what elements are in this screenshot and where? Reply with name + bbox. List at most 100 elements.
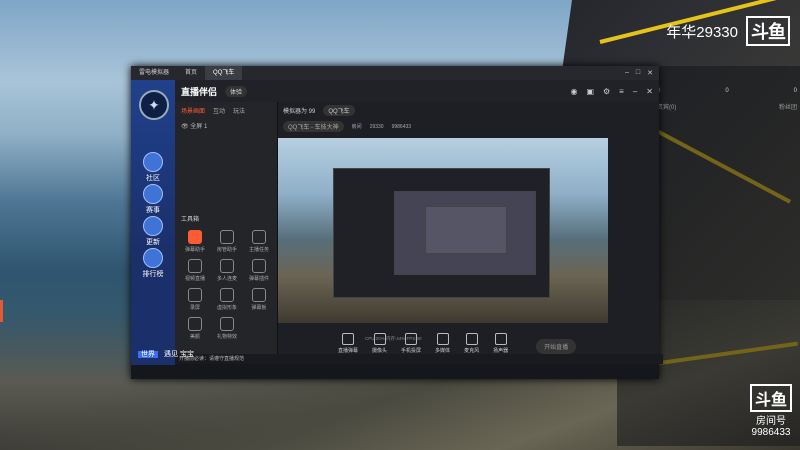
live-preview[interactable] bbox=[278, 138, 608, 323]
tool-label: 礼物特效 bbox=[216, 334, 237, 340]
speaker-icon bbox=[494, 333, 507, 345]
tool-danmaku[interactable]: 弹幕助手 bbox=[179, 230, 211, 253]
tab-emulator[interactable]: 雷电模拟器 bbox=[131, 66, 177, 80]
tool-board[interactable]: 弹幕板 bbox=[243, 288, 275, 311]
tab-home[interactable]: 首页 bbox=[177, 66, 205, 80]
tab-play[interactable]: 玩法 bbox=[233, 106, 245, 115]
game-sidebar: ✦ 社区 赛事 更新 排行榜 bbox=[131, 80, 175, 365]
count: 0 bbox=[793, 88, 797, 94]
sidebar-item-update[interactable]: 更新 bbox=[137, 216, 169, 247]
tool-effect[interactable]: 礼物特效 bbox=[211, 317, 243, 340]
mercedes-logo: ✦ bbox=[139, 90, 169, 120]
update-icon bbox=[143, 216, 163, 236]
chat-text: 遇见 宝宝 bbox=[164, 351, 194, 358]
tool-task[interactable]: 主播任务 bbox=[243, 230, 275, 253]
tool-record[interactable]: 录屏 bbox=[179, 288, 211, 311]
speaker-button[interactable]: 扬声器 bbox=[493, 333, 508, 354]
source-label: 全屏 1 bbox=[190, 124, 208, 130]
tool-label: 虚拟形象 bbox=[216, 305, 237, 311]
danmaku-icon bbox=[342, 333, 354, 345]
tool-icon bbox=[188, 230, 202, 244]
streamer-watermark: 年华29330 斗鱼 bbox=[666, 16, 790, 46]
gift-icon[interactable]: ▣ bbox=[586, 87, 594, 96]
tab-scene[interactable]: 场景画面 bbox=[181, 106, 205, 115]
tool-label: 弹幕助手 bbox=[184, 247, 205, 253]
tool-icon bbox=[220, 230, 234, 244]
tab-bar: 雷电模拟器 首页 QQ飞车 – □ ✕ bbox=[131, 66, 659, 80]
nested-preview bbox=[425, 206, 507, 254]
tab-label: 雷电模拟器 bbox=[139, 70, 170, 76]
media-icon bbox=[436, 333, 449, 345]
tool-mic[interactable]: 多人连麦 bbox=[211, 259, 243, 282]
tab-qq-speed[interactable]: QQ飞车 bbox=[205, 66, 243, 80]
room-id: 9986433 bbox=[751, 427, 791, 438]
tab-interact[interactable]: 互动 bbox=[213, 106, 225, 115]
mic-button[interactable]: 麦克风 bbox=[464, 333, 479, 354]
douyu-logo: 斗鱼 bbox=[746, 16, 790, 46]
tool-label: 多人连麦 bbox=[216, 276, 237, 282]
start-live-button[interactable]: 开始直播 bbox=[536, 339, 577, 354]
preview-header: 模拟器为 99 QQ飞车 bbox=[278, 102, 659, 119]
maximize-icon[interactable]: □ bbox=[636, 69, 640, 77]
tool-video[interactable]: 视频直播 bbox=[179, 259, 211, 282]
room-info: QQ飞车 - 车技大神 房间 29330 9986433 bbox=[278, 119, 659, 134]
community-icon bbox=[143, 152, 163, 172]
sidebar-item-community[interactable]: 社区 bbox=[137, 152, 169, 183]
danmaku-button[interactable]: 直播弹幕 bbox=[338, 333, 358, 354]
sidebar-label: 排行榜 bbox=[142, 271, 164, 278]
sidebar-item-events[interactable]: 赛事 bbox=[137, 184, 169, 215]
media-button[interactable]: 多媒体 bbox=[435, 333, 450, 354]
app-header: 直播伴侣 体验 ◉ ▣ ⚙ ≡ – ✕ bbox=[175, 80, 659, 102]
tool-plugin[interactable]: 弹幕插件 bbox=[243, 259, 275, 282]
room-watermark: 斗鱼 房间号 9986433 bbox=[749, 384, 792, 438]
chat-tag: 世界 bbox=[138, 351, 158, 358]
room-label: 房间号 bbox=[755, 416, 786, 427]
notice-bar: 开播前必读：请遵守直播规范 bbox=[175, 354, 663, 364]
avatar-icon[interactable]: ◉ bbox=[570, 87, 577, 96]
source-item[interactable]: 👁 全屏 1 bbox=[175, 119, 277, 132]
app-brand: 直播伴侣 bbox=[181, 86, 218, 97]
tab-label: QQ飞车 bbox=[213, 70, 235, 76]
sidebar-item-ranking[interactable]: 排行榜 bbox=[137, 248, 169, 279]
sidebar-label: 社区 bbox=[146, 175, 160, 182]
tool-icon bbox=[188, 317, 202, 331]
scene-tabs: 场景画面 互动 玩法 bbox=[175, 102, 277, 119]
control-bar: 直播弹幕 摄像头 手机投屏 多媒体 麦克风 扬声器 开始直播 bbox=[278, 324, 719, 354]
tool-avatar[interactable]: 虚拟形象 bbox=[211, 288, 243, 311]
panel-counts: 0 0 0 bbox=[657, 88, 797, 94]
minimize-icon[interactable]: – bbox=[625, 69, 629, 77]
category[interactable]: QQ飞车 - 车技大神 bbox=[283, 121, 344, 132]
tool-icon bbox=[252, 259, 266, 273]
tool-icon bbox=[252, 230, 266, 244]
room-id: 9986433 bbox=[391, 123, 412, 130]
nested-preview bbox=[333, 168, 550, 298]
close-icon[interactable]: ✕ bbox=[647, 69, 653, 77]
tool-admin[interactable]: 房管助手 bbox=[211, 230, 243, 253]
sidebar-label: 赛事 bbox=[146, 207, 160, 214]
tool-icon bbox=[220, 288, 234, 302]
ranking-icon bbox=[143, 248, 163, 268]
douyu-logo: 斗鱼 bbox=[749, 384, 792, 412]
header-actions: ◉ ▣ ⚙ ≡ – ✕ bbox=[570, 87, 653, 96]
chat-line: 世界 遇见 宝宝 bbox=[138, 349, 200, 359]
game-tag[interactable]: QQ飞车 bbox=[323, 105, 355, 116]
tool-icon bbox=[252, 288, 266, 302]
menu-icon[interactable]: ≡ bbox=[619, 87, 624, 96]
tool-label: 弹幕插件 bbox=[248, 276, 269, 282]
minimize-icon[interactable]: – bbox=[633, 87, 637, 96]
tool-label: 主播任务 bbox=[248, 247, 269, 253]
tab-vip[interactable]: 贵宾(0) bbox=[657, 102, 676, 111]
source-name: 模拟器为 99 bbox=[283, 109, 316, 115]
room-number: 29330 bbox=[369, 123, 384, 130]
settings-icon[interactable]: ⚙ bbox=[603, 87, 610, 96]
panel-tabs: 贵宾(0) 粉丝团 bbox=[657, 102, 797, 111]
toolbox-title: 工具箱 bbox=[181, 217, 200, 223]
edge-marker bbox=[0, 300, 3, 322]
scene-panel: 场景画面 互动 玩法 👁 全屏 1 工具箱 弹幕助手 房管助手 主播任务 视频直… bbox=[175, 102, 278, 364]
close-icon[interactable]: ✕ bbox=[646, 87, 653, 96]
tool-beauty[interactable]: 美颜 bbox=[179, 317, 211, 340]
tab-label: 首页 bbox=[185, 70, 198, 76]
tab-fans[interactable]: 粉丝团 bbox=[779, 102, 797, 111]
tool-icon bbox=[188, 288, 202, 302]
perf-stats: CPU:20% 内存:44% FPS:60 bbox=[365, 336, 422, 341]
